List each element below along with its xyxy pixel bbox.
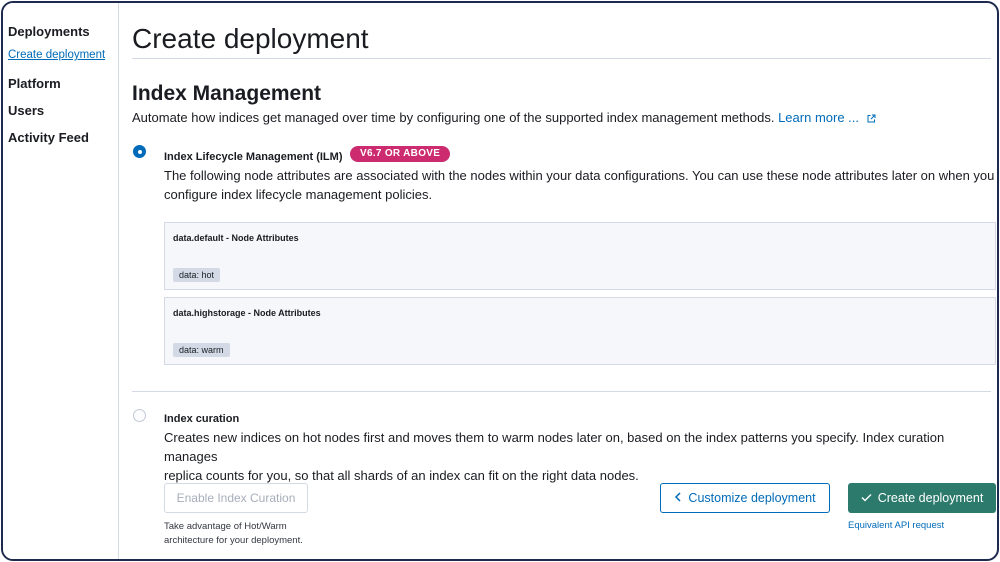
section-divider	[132, 391, 991, 392]
title-divider	[132, 58, 991, 59]
chevron-left-icon	[674, 484, 682, 512]
help-text-line-2: architecture for your deployment.	[164, 535, 303, 546]
sidebar-item-users[interactable]: Users	[8, 103, 44, 118]
sidebar-item-platform[interactable]: Platform	[8, 76, 61, 91]
sidebar-item-deployments[interactable]: Deployments	[8, 24, 90, 39]
ilm-description-line-2: configure index lifecycle management pol…	[164, 187, 433, 202]
sidebar: Deployments Create deployment Platform U…	[3, 3, 119, 559]
customize-deployment-label: Customize deployment	[688, 491, 816, 505]
index-curation-radio[interactable]	[133, 409, 146, 422]
enable-index-curation-button[interactable]: Enable Index Curation	[164, 483, 308, 513]
sidebar-item-create-deployment[interactable]: Create deployment	[8, 49, 105, 61]
ilm-label[interactable]: Index Lifecycle Management (ILM)	[164, 151, 342, 163]
help-text-line-1: Take advantage of Hot/Warm	[164, 521, 287, 532]
section-title: Index Management	[132, 82, 322, 105]
node-attributes-panel-default: data.default - Node Attributes data: hot	[164, 222, 996, 290]
index-curation-description-line-1: Creates new indices on hot nodes first a…	[164, 430, 945, 464]
sidebar-item-activity-feed[interactable]: Activity Feed	[8, 130, 89, 145]
create-deployment-label: Create deployment	[877, 491, 984, 505]
index-curation-label[interactable]: Index curation	[164, 413, 239, 425]
ilm-description-line-1: The following node attributes are associ…	[164, 168, 995, 183]
equivalent-api-request-link[interactable]: Equivalent API request	[848, 520, 944, 531]
main-content: Create deployment Index Management Autom…	[119, 3, 997, 559]
section-description: Automate how indices get managed over ti…	[132, 110, 876, 126]
panel-title: data.default - Node Attributes	[173, 233, 299, 243]
page-title: Create deployment	[132, 23, 369, 54]
ilm-description: The following node attributes are associ…	[164, 166, 994, 204]
panel-title: data.highstorage - Node Attributes	[173, 308, 321, 318]
customize-deployment-button[interactable]: Customize deployment	[660, 483, 830, 513]
node-attribute-tag: data: warm	[173, 343, 230, 357]
app-frame: Deployments Create deployment Platform U…	[1, 1, 999, 561]
create-deployment-button[interactable]: Create deployment	[848, 483, 996, 513]
check-icon	[861, 483, 872, 513]
version-badge: V6.7 OR ABOVE	[350, 146, 451, 162]
ilm-radio[interactable]	[133, 145, 146, 158]
section-description-text: Automate how indices get managed over ti…	[132, 110, 775, 125]
external-link-icon[interactable]	[867, 111, 876, 126]
index-curation-description: Creates new indices on hot nodes first a…	[164, 428, 997, 485]
node-attributes-panel-highstorage: data.highstorage - Node Attributes data:…	[164, 297, 996, 365]
learn-more-link[interactable]: Learn more ...	[778, 110, 859, 125]
node-attribute-tag: data: hot	[173, 268, 221, 282]
hot-warm-help-text: Take advantage of Hot/Warm architecture …	[164, 520, 303, 548]
